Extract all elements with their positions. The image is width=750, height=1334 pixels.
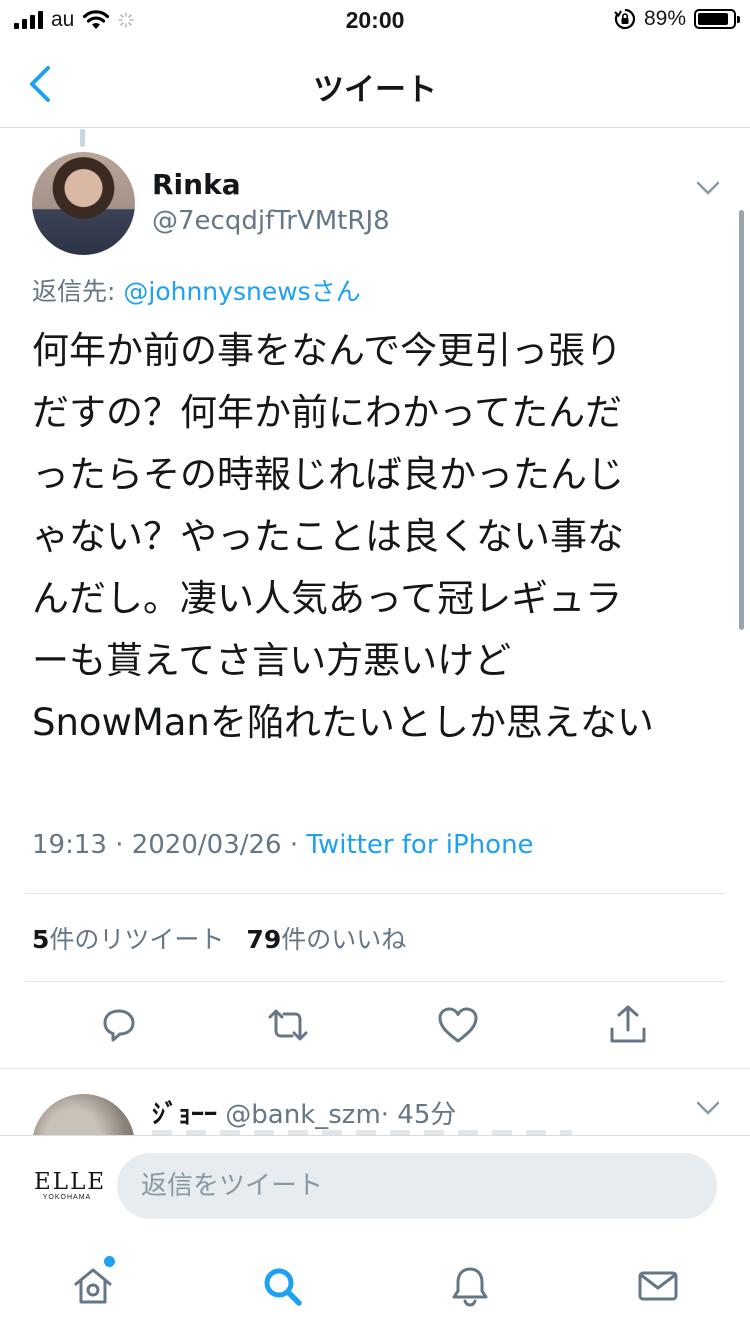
tweet-body: 何年か前の事をなんで今更引っ張り だすの？何年か前にわかってたんだ ったらその時…	[32, 320, 722, 754]
tweet-line: だすの？何年か前にわかってたんだ	[32, 391, 623, 434]
divider	[0, 1068, 750, 1069]
tweet-actions	[0, 1003, 750, 1049]
thread-connector	[80, 129, 85, 147]
battery-percent: 89%	[643, 7, 686, 30]
tweet-line: 何年か前の事をなんで今更引っ張り	[32, 329, 623, 372]
search-icon[interactable]	[260, 1264, 304, 1308]
tweet-line: ゃない？やったことは良くない事な	[32, 515, 624, 558]
messages-icon[interactable]	[636, 1264, 680, 1308]
replying-to: 返信先: @johnnysnewsさん	[32, 272, 361, 308]
divider	[25, 893, 725, 894]
author-avatar[interactable]	[32, 152, 135, 255]
status-bar: au 20:00 89%	[0, 0, 750, 40]
divider	[25, 981, 725, 982]
orientation-lock-icon	[614, 8, 636, 30]
tweet-line: ったらその時報じれば良かったんじ	[32, 453, 624, 496]
reply-time: · 45分	[380, 1100, 457, 1130]
navigation-bar: ツイート	[0, 40, 750, 128]
source-app-link[interactable]: Twitter for iPhone	[306, 830, 533, 860]
page-title: ツイート	[313, 72, 437, 108]
tweet-meta: 19:13 · 2020/03/26 · Twitter for iPhone	[32, 830, 534, 860]
retweet-count: 5	[32, 925, 50, 954]
reply-header[interactable]: ｼﾞｮｰｰ @bank_szm· 45分	[152, 1094, 456, 1131]
reply-composer: ELLE YOKOHAMA	[0, 1135, 750, 1236]
notifications-icon[interactable]	[448, 1264, 492, 1308]
tab-bar	[0, 1236, 750, 1334]
reply-menu-chevron-icon[interactable]	[693, 1096, 723, 1120]
retweet-label: 件のリツイート	[49, 925, 225, 954]
replying-mention-link[interactable]: @johnnysnewsさん	[123, 277, 360, 306]
logo-text: ELLE	[34, 1169, 107, 1195]
home-icon[interactable]	[71, 1264, 115, 1308]
status-right: 89%	[614, 7, 740, 31]
like-count: 79	[246, 925, 282, 954]
like-icon[interactable]	[436, 1003, 480, 1047]
retweet-icon[interactable]	[266, 1003, 310, 1047]
like-label: 件のいいね	[281, 925, 407, 954]
scrollbar[interactable]	[739, 210, 744, 630]
share-icon[interactable]	[606, 1003, 650, 1047]
reply-icon[interactable]	[97, 1003, 141, 1047]
battery-fill	[698, 13, 729, 25]
reply-input[interactable]	[117, 1153, 717, 1219]
author-handle[interactable]: @7ecqdjfTrVMtRJ8	[152, 206, 390, 236]
home-notification-dot	[104, 1256, 115, 1267]
like-stat[interactable]: 79件のいいね	[246, 920, 406, 956]
tweet-line: んだし。凄い人気あって冠レギュラ	[32, 577, 623, 620]
retweet-stat[interactable]: 5件のリツイート	[32, 920, 224, 956]
tweet-timestamp: 19:13 · 2020/03/26 ·	[32, 830, 307, 860]
tweet-line: ーも貰えてさ言い方悪いけど	[32, 639, 512, 682]
tweet-menu-chevron-icon[interactable]	[693, 176, 723, 200]
engagement-stats: 5件のリツイート 79件のいいね	[32, 920, 406, 956]
logo-subtext: YOKOHAMA	[42, 1194, 92, 1201]
elle-logo[interactable]: ELLE YOKOHAMA	[34, 1169, 107, 1201]
tweet-line: SnowManを陥れたいとしか思えない	[32, 701, 654, 744]
battery-icon	[694, 9, 740, 29]
replying-prefix: 返信先:	[32, 277, 124, 306]
author-name[interactable]: Rinka	[152, 168, 241, 201]
reply-author-handle: @bank_szm	[225, 1100, 381, 1130]
reply-author-name: ｼﾞｮｰｰ	[152, 1100, 218, 1130]
